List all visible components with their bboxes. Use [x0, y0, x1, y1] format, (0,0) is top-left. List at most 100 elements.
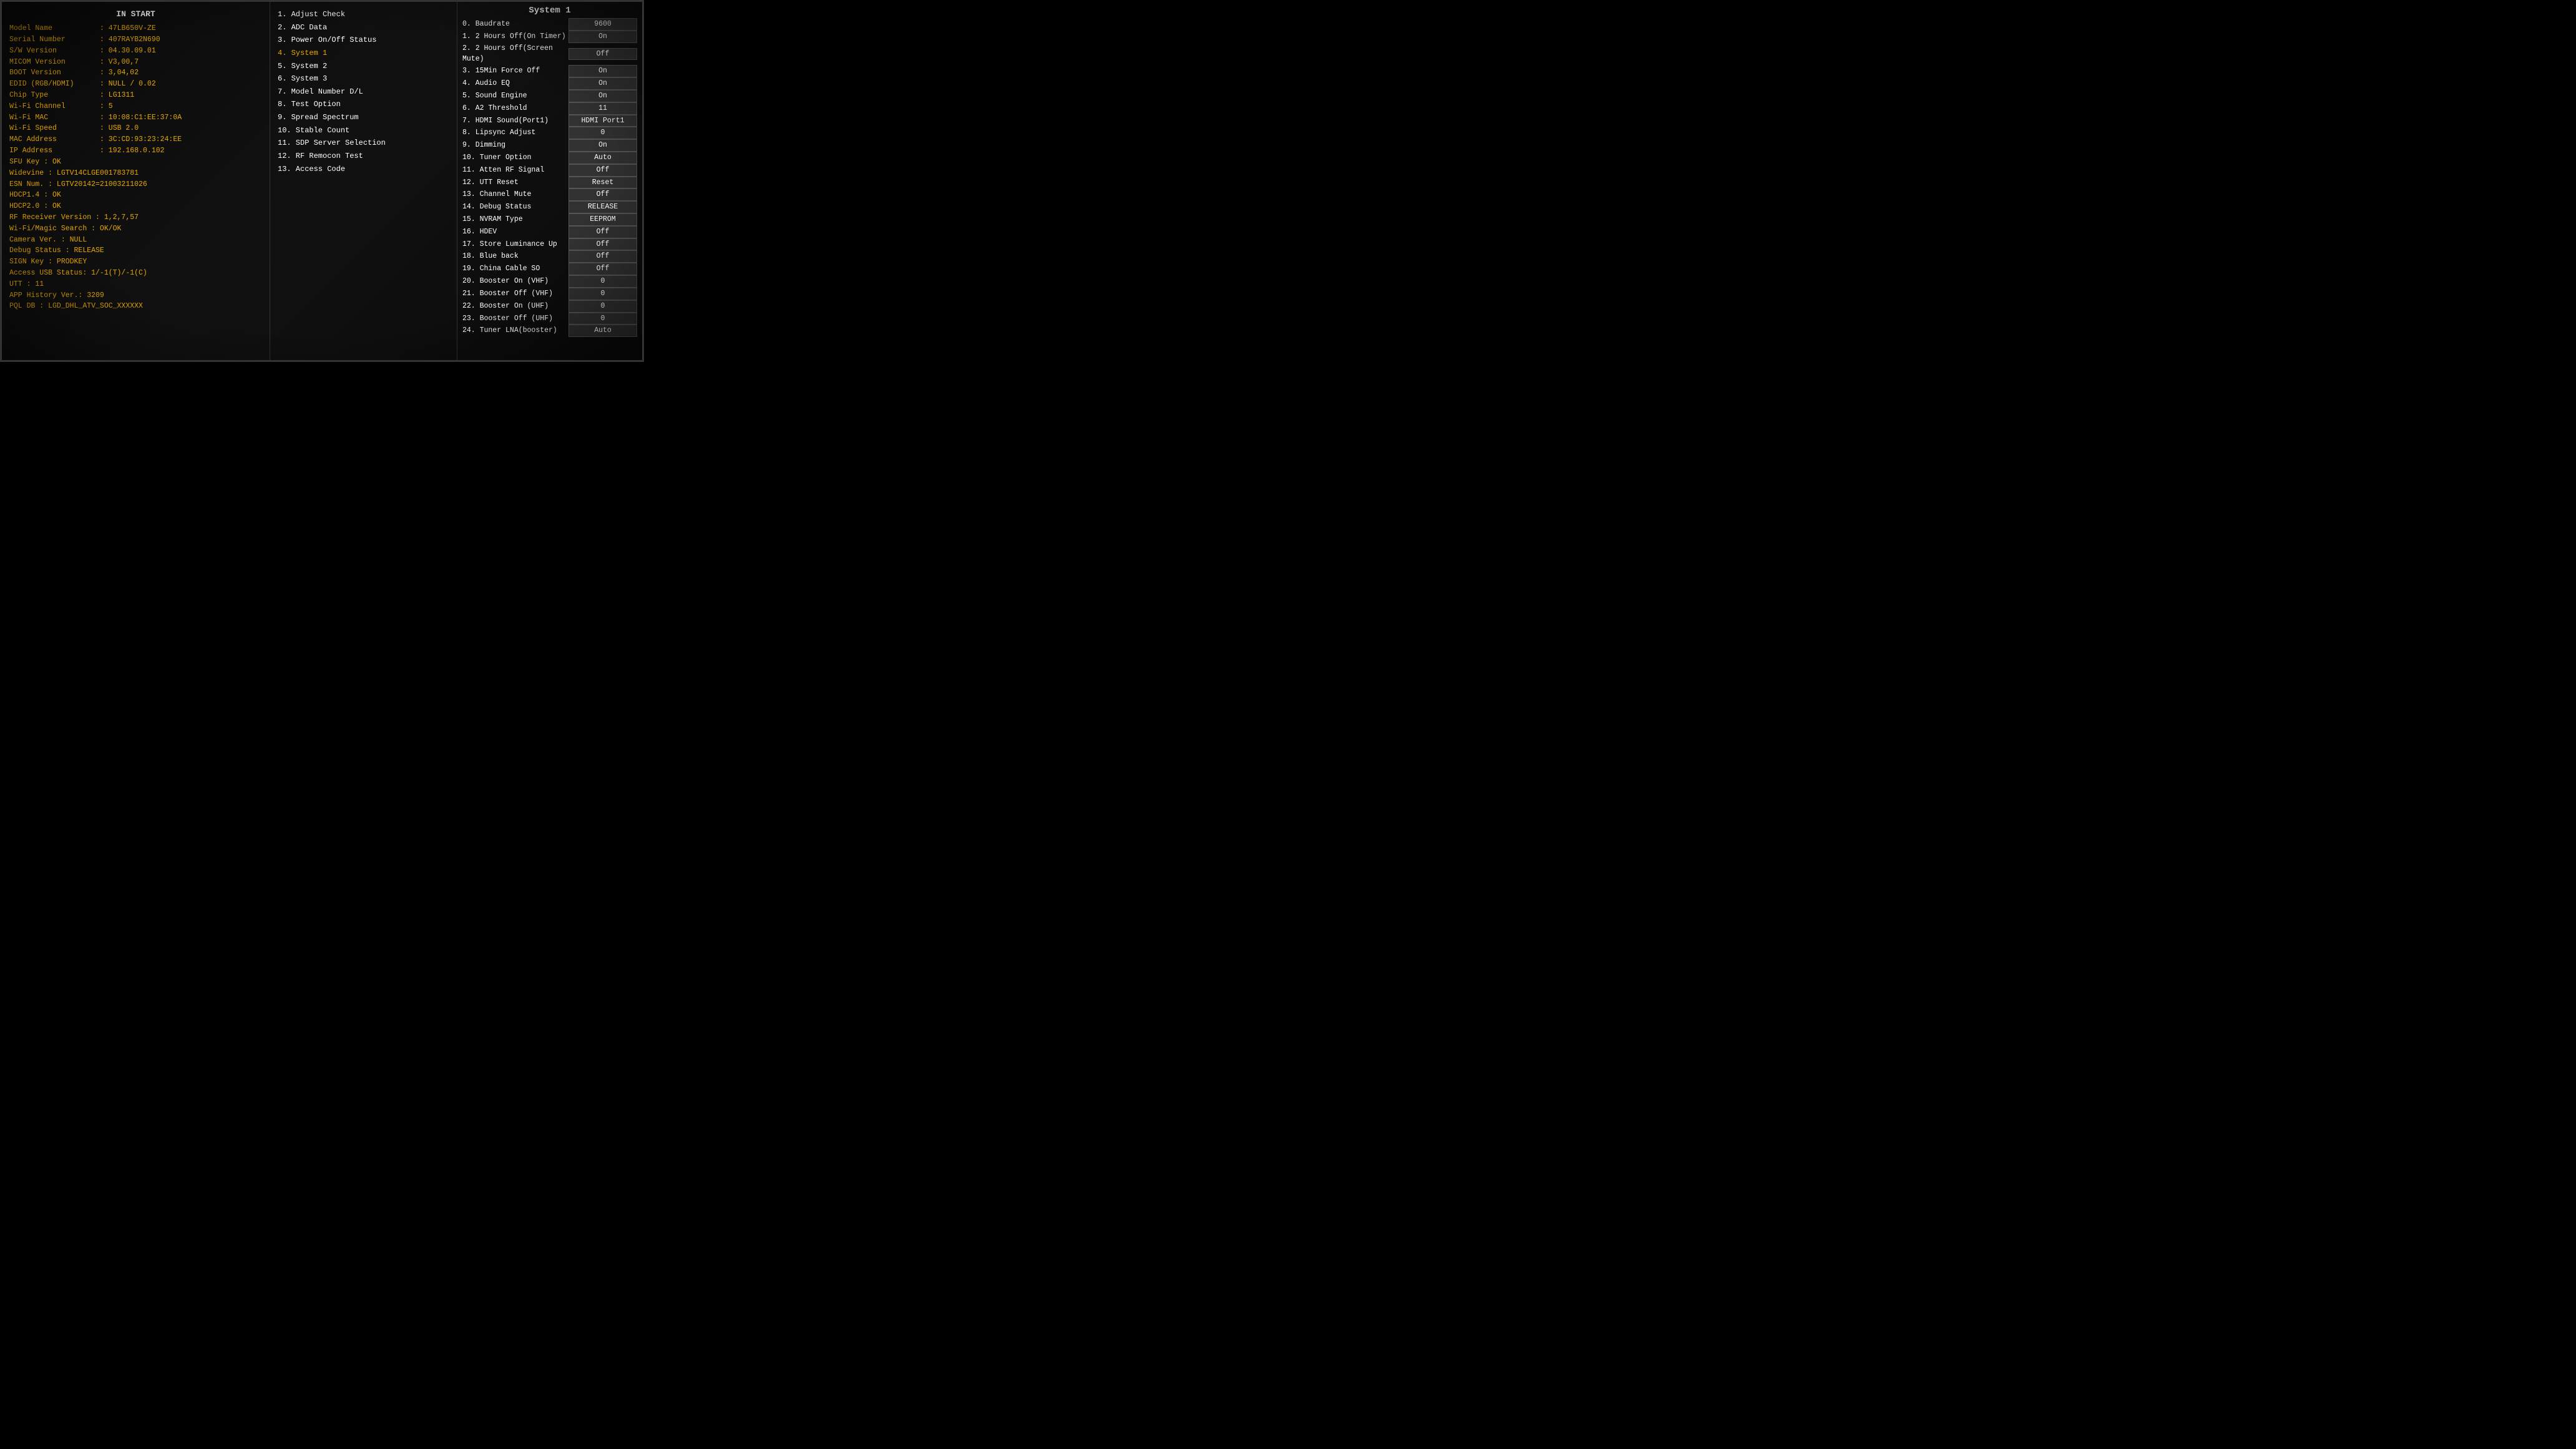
info-value: : 04.30.09.01: [100, 46, 156, 57]
sys-label: 16. HDEV: [462, 227, 568, 238]
sys-row: 20. Booster On (VHF)0: [462, 275, 637, 288]
sys-label: 5. Sound Engine: [462, 90, 568, 102]
sys-row: 5. Sound EngineOn: [462, 90, 637, 102]
menu-item[interactable]: 5. System 2: [278, 60, 449, 73]
info-row: MAC Address: 3C:CD:93:23:24:EE: [9, 134, 262, 145]
menu-item[interactable]: 8. Test Option: [278, 98, 449, 111]
menu-item[interactable]: 12. RF Remocon Test: [278, 150, 449, 163]
info-value: : 10:08:C1:EE:37:0A: [100, 112, 182, 124]
sys-value: Reset: [568, 177, 637, 189]
info-row: Wi-Fi Channel: 5: [9, 101, 262, 112]
sys-value: 9600: [568, 18, 637, 31]
sys-label: 15. NVRAM Type: [462, 214, 568, 225]
info-label: BOOT Version: [9, 67, 100, 79]
sys-value: On: [568, 90, 637, 102]
menu-item[interactable]: 1. Adjust Check: [278, 8, 449, 21]
menu-item[interactable]: 4. System 1: [278, 47, 449, 60]
sys-row: 23. Booster Off (UHF)0: [462, 313, 637, 325]
sys-row: 3. 15Min Force OffOn: [462, 65, 637, 77]
sys-row: 24. Tuner LNA(booster)Auto: [462, 324, 637, 337]
info-plain: SIGN Key : PRODKEY: [9, 256, 262, 268]
menu-item[interactable]: 3. Power On/Off Status: [278, 34, 449, 47]
sys-row: 19. China Cable SOOff: [462, 263, 637, 275]
sys-label: 24. Tuner LNA(booster): [462, 325, 568, 336]
info-value: : 192.168.0.102: [100, 145, 165, 157]
sys-label: 19. China Cable SO: [462, 263, 568, 275]
sys-label: 1. 2 Hours Off(On Timer): [462, 31, 568, 42]
left-info-rows: Model Name: 47LB650V-ZESerial Number: 40…: [9, 23, 262, 157]
info-row: S/W Version: 04.30.09.01: [9, 46, 262, 57]
sys-value: Off: [568, 48, 637, 61]
sys-value: Off: [568, 226, 637, 238]
menu-item[interactable]: 6. System 3: [278, 72, 449, 85]
sys-label: 7. HDMI Sound(Port1): [462, 115, 568, 127]
sys-row: 13. Channel MuteOff: [462, 188, 637, 201]
info-row: EDID (RGB/HDMI): NULL / 0.02: [9, 79, 262, 90]
sys-value: On: [568, 65, 637, 77]
sys-row: 0. Baudrate9600: [462, 18, 637, 31]
left-title: IN START: [9, 8, 262, 21]
info-label: MAC Address: [9, 134, 100, 145]
sys-row: 4. Audio EQOn: [462, 77, 637, 90]
sys-label: 4. Audio EQ: [462, 78, 568, 89]
sys-label: 0. Baudrate: [462, 19, 568, 30]
info-label: EDID (RGB/HDMI): [9, 79, 100, 90]
right-title: System 1: [462, 6, 637, 16]
sys-row: 11. Atten RF SignalOff: [462, 164, 637, 177]
info-plain: Debug Status : RELEASE: [9, 245, 262, 256]
sys-label: 18. Blue back: [462, 251, 568, 262]
sys-value: Off: [568, 250, 637, 263]
sys-row: 12. UTT ResetReset: [462, 177, 637, 189]
info-label: MICOM Version: [9, 57, 100, 68]
sys-label: 20. Booster On (VHF): [462, 276, 568, 287]
sys-value: 0: [568, 275, 637, 288]
menu-item[interactable]: 9. Spread Spectrum: [278, 111, 449, 124]
info-value: : USB 2.0: [100, 123, 139, 134]
sys-row: 7. HDMI Sound(Port1)HDMI Port1: [462, 115, 637, 127]
sys-label: 9. Dimming: [462, 140, 568, 151]
left-panel: IN START Model Name: 47LB650V-ZESerial N…: [2, 2, 270, 360]
info-value: : NULL / 0.02: [100, 79, 156, 90]
info-label: Model Name: [9, 23, 100, 34]
sys-label: 23. Booster Off (UHF): [462, 313, 568, 324]
menu-item[interactable]: 7. Model Number D/L: [278, 85, 449, 99]
sys-row: 18. Blue backOff: [462, 250, 637, 263]
sys-label: 17. Store Luminance Up: [462, 239, 568, 250]
info-plain: UTT : 11: [9, 279, 262, 290]
sys-label: 14. Debug Status: [462, 202, 568, 213]
menu-item[interactable]: 11. SDP Server Selection: [278, 137, 449, 150]
info-label: Wi-Fi Speed: [9, 123, 100, 134]
sys-row: 2. 2 Hours Off(Screen Mute)Off: [462, 43, 637, 66]
info-label: Wi-Fi MAC: [9, 112, 100, 124]
sys-row: 16. HDEVOff: [462, 226, 637, 238]
info-plain: HDCP2.0 : OK: [9, 201, 262, 212]
sys-value: Off: [568, 188, 637, 201]
info-row: Wi-Fi MAC: 10:08:C1:EE:37:0A: [9, 112, 262, 124]
right-system-rows: 0. Baudrate96001. 2 Hours Off(On Timer)O…: [462, 18, 637, 337]
sys-row: 9. DimmingOn: [462, 139, 637, 152]
sys-value: RELEASE: [568, 201, 637, 213]
sys-value: EEPROM: [568, 213, 637, 226]
info-plain: Wi-Fi/Magic Search : OK/OK: [9, 223, 262, 235]
middle-panel: 1. Adjust Check2. ADC Data3. Power On/Of…: [270, 2, 457, 360]
sys-row: 22. Booster On (UHF)0: [462, 300, 637, 313]
sys-row: 17. Store Luminance UpOff: [462, 238, 637, 251]
info-plain: Access USB Status: 1/-1(T)/-1(C): [9, 268, 262, 279]
info-value: : 5: [100, 101, 113, 112]
menu-item[interactable]: 13. Access Code: [278, 163, 449, 176]
info-plain: ESN Num. : LGTV20142=21003211026: [9, 179, 262, 190]
sys-row: 8. Lipsync Adjust0: [462, 127, 637, 139]
sys-row: 14. Debug StatusRELEASE: [462, 201, 637, 213]
sys-value: 11: [568, 102, 637, 115]
info-plain: Camera Ver. : NULL: [9, 235, 262, 246]
sys-row: 15. NVRAM TypeEEPROM: [462, 213, 637, 226]
sys-label: 13. Channel Mute: [462, 189, 568, 200]
info-value: : 3C:CD:93:23:24:EE: [100, 134, 182, 145]
info-row: Model Name: 47LB650V-ZE: [9, 23, 262, 34]
sys-label: 12. UTT Reset: [462, 177, 568, 188]
info-row: MICOM Version: V3,00,7: [9, 57, 262, 68]
right-panel: System 1 0. Baudrate96001. 2 Hours Off(O…: [457, 2, 642, 360]
menu-item[interactable]: 10. Stable Count: [278, 124, 449, 137]
info-label: S/W Version: [9, 46, 100, 57]
menu-item[interactable]: 2. ADC Data: [278, 21, 449, 34]
